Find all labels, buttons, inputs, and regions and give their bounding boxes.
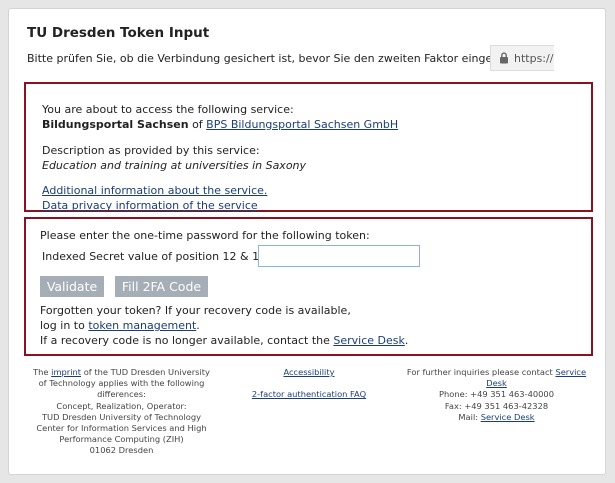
- footer-imprint-text: The imprint of the TUD Dresden Universit…: [29, 367, 214, 401]
- footer-center: Center for Information Services and High…: [36, 423, 207, 445]
- footer-mail-label: Mail:: [458, 411, 479, 422]
- imprint-link[interactable]: imprint: [51, 367, 81, 377]
- forgot-line-3-suffix: .: [404, 334, 409, 347]
- forgot-line-3: If a recovery code is no longer availabl…: [40, 333, 408, 348]
- footer-contact: For further inquiries please contact Ser…: [399, 367, 594, 423]
- footer-imprint: The imprint of the TUD Dresden Universit…: [29, 367, 214, 457]
- accessibility-link[interactable]: Accessibility: [283, 367, 334, 377]
- forgot-line-2-prefix: log in to: [40, 319, 85, 332]
- service-description: Education and training at universities i…: [42, 159, 307, 172]
- footer-mail-link[interactable]: Service Desk: [481, 412, 535, 422]
- provider-link[interactable]: BPS Bildungsportal Sachsen GmbH: [206, 118, 398, 131]
- token-prompt: Please enter the one-time password for t…: [40, 229, 370, 242]
- privacy-link[interactable]: Data privacy information of the service: [42, 198, 258, 213]
- page-title: TU Dresden Token Input: [27, 25, 210, 41]
- service-intro: You are about to access the following se…: [42, 103, 294, 116]
- footer-links: Accessibility 2-factor authentication FA…: [229, 367, 389, 400]
- footer-inquiries-text: For further inquiries please contact: [406, 367, 553, 377]
- forgot-line-3-prefix: If a recovery code is no longer availabl…: [40, 334, 330, 347]
- footer-address: 01062 Dresden: [89, 445, 154, 456]
- token-management-link[interactable]: token management: [88, 319, 196, 332]
- connection-hint: Bitte prüfen Sie, ob die Verbindung gesi…: [27, 52, 517, 65]
- lock-icon: [500, 52, 508, 64]
- footer-university: TUD Dresden University of Technology: [41, 411, 202, 422]
- service-name: Bildungsportal Sachsen: [42, 118, 189, 131]
- url-text: https://: [514, 51, 554, 65]
- token-input[interactable]: [258, 245, 420, 267]
- token-input-card: TU Dresden Token Input Bitte prüfen Sie,…: [8, 8, 606, 475]
- forgot-line-2: log in to token management.: [40, 318, 200, 333]
- footer-phone: Phone: +49 351 463-40000: [439, 389, 554, 400]
- service-line: Bildungsportal Sachsen of BPS Bildungspo…: [42, 117, 398, 132]
- service-of: of: [192, 118, 203, 131]
- footer-inquiries: For further inquiries please contact Ser…: [399, 367, 594, 389]
- service-desk-link[interactable]: Service Desk: [333, 334, 405, 347]
- service-info-box: You are about to access the following se…: [24, 82, 593, 212]
- footer-concept: Concept, Realization, Operator:: [56, 400, 187, 411]
- forgot-line-1: Forgotten your token? If your recovery c…: [40, 304, 351, 317]
- token-field-label: Indexed Secret value of position 12 & 11: [42, 250, 267, 263]
- validate-button[interactable]: Validate: [40, 276, 104, 297]
- footer-imprint-prefix: The: [33, 367, 49, 377]
- footer-fax: Fax: +49 351 463-42328: [444, 400, 549, 411]
- fill-2fa-code-button[interactable]: Fill 2FA Code: [115, 276, 208, 297]
- token-form-box: Please enter the one-time password for t…: [24, 217, 593, 356]
- faq-link[interactable]: 2-factor authentication FAQ: [252, 389, 366, 399]
- description-label: Description as provided by this service:: [42, 144, 260, 157]
- url-preview: https://: [490, 45, 554, 71]
- footer-mail: Mail: Service Desk: [399, 412, 594, 423]
- forgot-line-2-suffix: .: [196, 319, 200, 332]
- more-info-link[interactable]: Additional information about the service…: [42, 183, 267, 198]
